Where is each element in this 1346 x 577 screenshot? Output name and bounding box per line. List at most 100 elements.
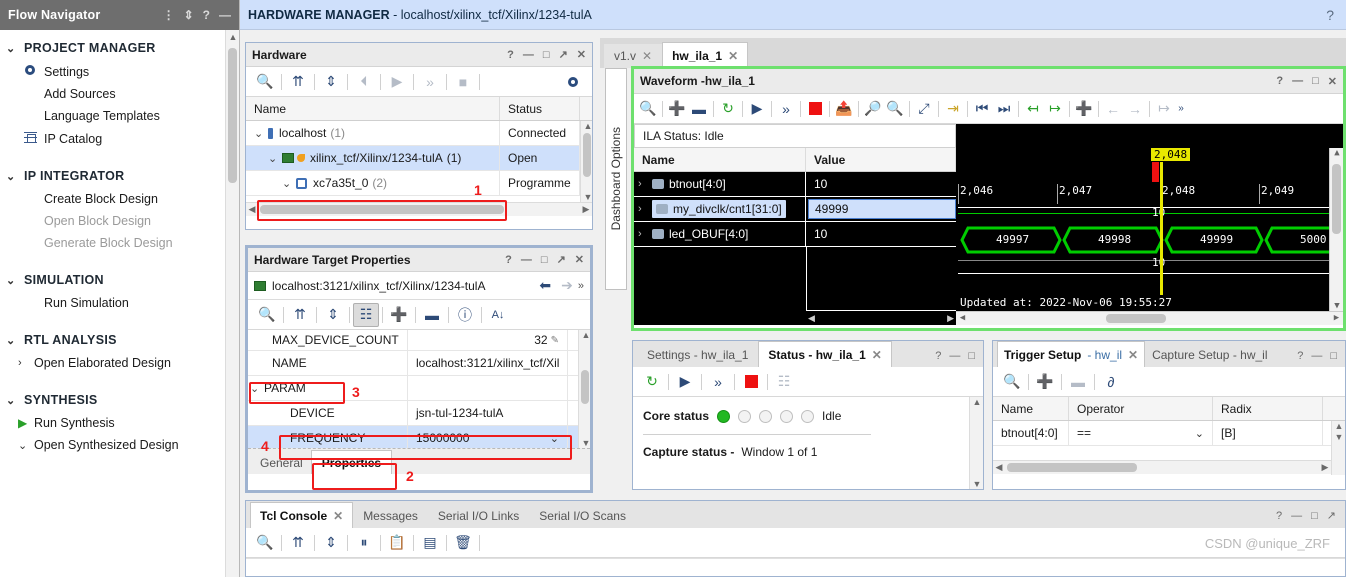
chevron-down-icon[interactable]: ⌄ <box>254 127 268 140</box>
scroll-up-arrow-icon[interactable]: ▲ <box>1332 421 1346 431</box>
help-icon[interactable]: ? <box>935 350 941 362</box>
minimize-icon[interactable]: — <box>1291 510 1302 522</box>
scroll-down-arrow-icon[interactable]: ▼ <box>970 479 984 489</box>
waveform-canvas[interactable]: 2,048 2,046 2,047 2,048 2,049 10 49997 4… <box>956 148 1343 325</box>
float-icon[interactable]: ↗ <box>1327 509 1336 522</box>
tab-tcl-console[interactable]: Tcl Console ✕ <box>250 502 354 528</box>
tab-serial-io-scans[interactable]: Serial I/O Scans <box>529 504 636 528</box>
status-vertical-scrollbar[interactable]: ▲ ▼ <box>969 397 983 489</box>
run-trigger-icon[interactable]: ▶ <box>746 97 768 121</box>
column-header-status[interactable]: Status <box>500 97 580 120</box>
chevron-down-icon[interactable]: ⌄ <box>1195 427 1204 440</box>
search-icon[interactable]: 🔍 <box>999 370 1025 394</box>
edit-pencil-icon[interactable]: ✎ <box>551 335 559 346</box>
hardware-horizontal-scrollbar[interactable]: ◀ ▶ <box>246 202 592 216</box>
scrollbar-thumb[interactable] <box>228 48 237 183</box>
collapse-all-icon[interactable]: ⇈ <box>285 531 311 555</box>
tab-properties[interactable]: Properties <box>310 450 393 474</box>
help-icon[interactable]: ? <box>1297 350 1303 362</box>
table-row[interactable]: DEVICE jsn-tul-1234-tulA <box>248 401 578 426</box>
maximize-icon[interactable]: □ <box>541 254 548 266</box>
sidebar-item-open-block-design[interactable]: Open Block Design <box>0 210 239 232</box>
prev-transition-icon[interactable]: ↤ <box>1022 97 1044 121</box>
sidebar-item-ip-catalog[interactable]: IP Catalog <box>0 127 239 150</box>
refresh-icon[interactable]: ↻ <box>717 97 739 121</box>
trigger-horizontal-scrollbar[interactable]: ◀ ▶ <box>993 460 1331 474</box>
column-header-operator[interactable]: Operator <box>1069 397 1213 420</box>
trigger-vertical-scrollbar[interactable]: ▲ ▼ <box>1331 421 1345 475</box>
scroll-down-arrow-icon[interactable]: ▼ <box>579 438 590 448</box>
scroll-down-arrow-icon[interactable]: ▼ <box>581 192 595 202</box>
clear-icon[interactable]: 🗑 <box>450 531 476 555</box>
table-row[interactable]: FREQUENCY 15000000 ⌄ <box>248 426 578 448</box>
table-row[interactable]: ⌄ xc7a35t_0 (2) Programme <box>246 171 580 196</box>
trigger-gate-icon[interactable]: ∂ <box>1098 370 1124 394</box>
chevron-down-icon[interactable]: ⌄ <box>250 382 264 395</box>
scroll-left-arrow-icon[interactable]: ◀ <box>993 461 1005 475</box>
dashboard-options-tab[interactable]: Dashboard Options <box>605 68 627 290</box>
collapse-all-icon[interactable]: ⇈ <box>287 303 313 327</box>
run-trigger-icon[interactable]: ▶ <box>672 370 698 394</box>
list-item[interactable]: › led_OBUF[4:0] 10 <box>634 221 956 247</box>
pause-icon[interactable]: ⏸ <box>351 531 377 555</box>
float-icon[interactable]: ↗ <box>559 48 568 61</box>
more-icon[interactable]: » <box>1175 97 1187 121</box>
help-icon[interactable]: ? <box>505 254 512 266</box>
help-icon[interactable]: ? <box>1326 7 1338 23</box>
tab-hw-ila-1[interactable]: hw_ila_1 ✕ <box>662 42 749 68</box>
scrollbar-thumb[interactable] <box>1106 314 1166 323</box>
refresh-target-icon[interactable]: ⏴ <box>351 70 377 94</box>
zoom-out-icon[interactable]: 🔍 <box>884 97 906 121</box>
sidebar-item-generate-block-design[interactable]: Generate Block Design <box>0 232 239 254</box>
list-item[interactable]: › btnout[4:0] 10 <box>634 171 956 197</box>
scroll-up-arrow-icon[interactable]: ▲ <box>228 32 238 42</box>
scroll-down-arrow-icon[interactable]: ▼ <box>1332 432 1346 442</box>
close-icon[interactable]: ✕ <box>1328 75 1337 88</box>
chevron-down-icon[interactable]: ⌄ <box>282 177 296 190</box>
add-probe-icon[interactable]: ➕ <box>1032 370 1058 394</box>
search-icon[interactable]: 🔍 <box>252 531 278 555</box>
expand-collapse-icon[interactable]: ⇕ <box>184 9 194 21</box>
tab-capture-setup[interactable]: Capture Setup - hw_il <box>1145 343 1275 367</box>
tab-serial-io-links[interactable]: Serial I/O Links <box>427 504 530 528</box>
sidebar-item-create-block-design[interactable]: Create Block Design <box>0 188 239 210</box>
flownav-group-ip-integrator[interactable]: ⌄ IP INTEGRATOR <box>0 164 239 188</box>
scroll-down-arrow-icon[interactable]: ▼ <box>1330 301 1343 311</box>
remove-probe-icon[interactable]: ▬ <box>1065 370 1091 394</box>
help-icon[interactable]: ? <box>1276 75 1283 87</box>
chevron-down-icon[interactable]: ⌄ <box>550 432 559 445</box>
minimize-icon[interactable]: — <box>949 350 960 362</box>
minimize-icon[interactable]: — <box>523 49 534 61</box>
table-row[interactable]: MAX_DEVICE_COUNT 32 ✎ <box>248 330 578 351</box>
column-header-name[interactable]: Name <box>993 397 1069 420</box>
scroll-right-arrow-icon[interactable]: ▶ <box>1330 312 1343 325</box>
scroll-right-arrow-icon[interactable]: ▶ <box>580 203 592 217</box>
stop-icon[interactable]: ■ <box>450 70 476 94</box>
expand-all-icon[interactable]: ⇕ <box>320 303 346 327</box>
chevron-right-icon[interactable]: › <box>638 178 652 190</box>
search-icon[interactable]: 🔍 <box>252 70 278 94</box>
go-to-start-icon[interactable]: ⏮ <box>971 97 993 121</box>
scrollbar-thumb[interactable] <box>260 205 504 214</box>
waveform-vertical-scrollbar[interactable]: ▲ ▼ <box>1329 148 1343 311</box>
help-icon[interactable]: ? <box>203 9 210 21</box>
run-trigger-immediate-icon[interactable]: » <box>775 97 797 121</box>
collapse-all-icon[interactable]: ⇈ <box>285 70 311 94</box>
info-icon[interactable]: ⓘ <box>452 303 478 327</box>
sidebar-item-language-templates[interactable]: Language Templates <box>0 105 239 127</box>
next-transition-icon[interactable]: ↦ <box>1044 97 1066 121</box>
zoom-in-icon[interactable]: 🔎 <box>862 97 884 121</box>
snap-to-edge-icon[interactable]: ⇥ <box>942 97 964 121</box>
chevron-right-icon[interactable]: › <box>638 203 652 215</box>
refresh-icon[interactable]: ↻ <box>639 370 665 394</box>
column-header-radix[interactable]: Radix <box>1213 397 1323 420</box>
next-marker-icon[interactable]: → <box>1124 97 1146 121</box>
flownav-group-synthesis[interactable]: ⌄ SYNTHESIS <box>0 388 239 412</box>
close-icon[interactable]: ✕ <box>1128 348 1138 362</box>
close-icon[interactable]: ✕ <box>575 253 584 266</box>
collapse-all-icon[interactable]: ⋮ <box>163 9 175 21</box>
table-row[interactable]: ⌄ PARAM <box>248 376 578 401</box>
column-header-name[interactable]: Name <box>246 97 500 120</box>
scrollbar-thumb[interactable] <box>1332 164 1341 234</box>
measure-icon[interactable]: ↦ <box>1153 97 1175 121</box>
